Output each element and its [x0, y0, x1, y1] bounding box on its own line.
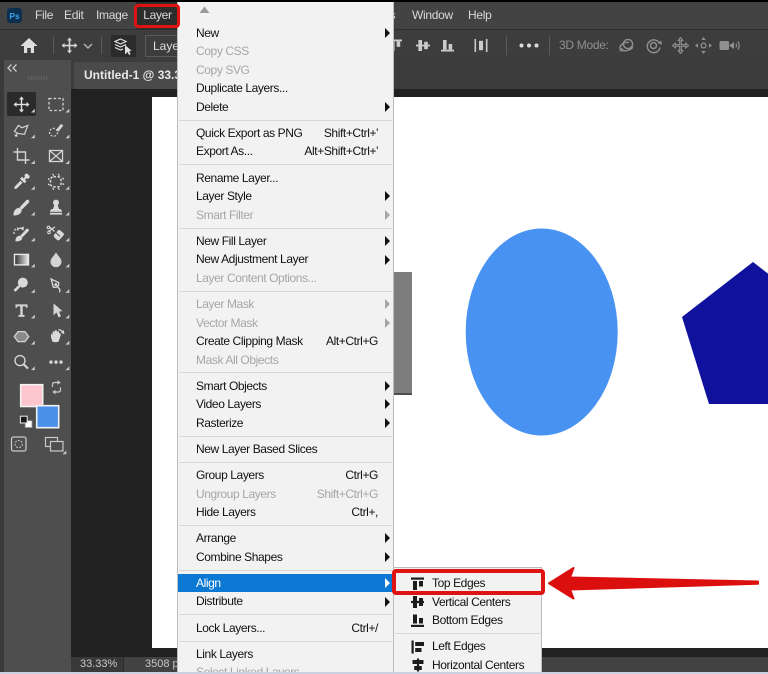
- svg-text:Ps: Ps: [9, 11, 20, 21]
